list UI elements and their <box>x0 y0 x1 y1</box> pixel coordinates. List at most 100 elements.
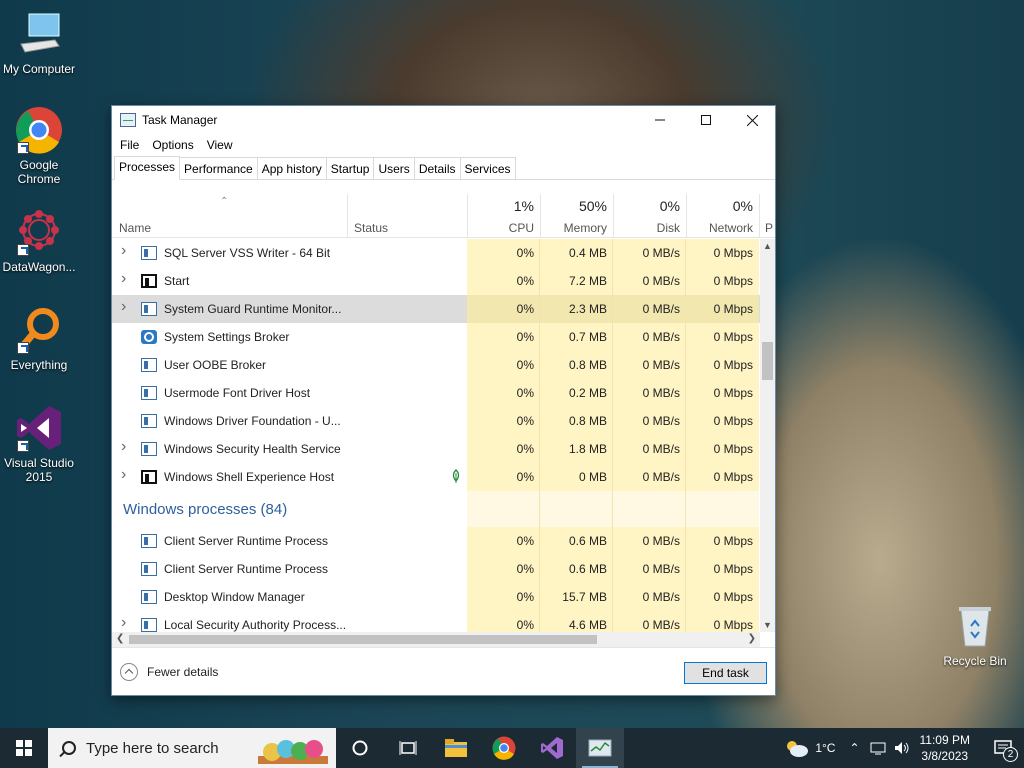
task-view-icon <box>399 741 417 755</box>
taskbar-task-manager[interactable] <box>576 728 624 768</box>
desktop-icon-google-chrome[interactable]: Google Chrome <box>0 106 79 186</box>
network-icon[interactable] <box>870 741 886 755</box>
start-button[interactable] <box>0 728 48 768</box>
scroll-left-icon[interactable]: ❮ <box>116 633 124 644</box>
close-button[interactable] <box>729 106 775 134</box>
vertical-scroll-thumb[interactable] <box>762 342 773 380</box>
scroll-right-icon[interactable]: ❯ <box>748 633 756 644</box>
process-name: User OOBE Broker <box>164 358 267 372</box>
vertical-scrollbar[interactable]: ▲ ▼ <box>760 239 775 632</box>
scroll-down-icon[interactable]: ▼ <box>763 620 772 630</box>
tab-services[interactable]: Services <box>459 157 516 179</box>
desktop-icon-label: Visual Studio 2015 <box>4 456 74 484</box>
cell-network: 0 Mbps <box>713 562 753 576</box>
table-row[interactable]: Client Server Runtime Process 0% 0.6 MB 0 M… <box>112 527 766 555</box>
taskbar-clock[interactable]: 11:09 PM 3/8/2023 <box>920 732 970 764</box>
expand-chevron-icon[interactable]: › <box>121 298 126 316</box>
menu-options[interactable]: Options <box>152 138 193 152</box>
desktop-icon-datawagon[interactable]: DataWagon... <box>0 208 79 274</box>
cell-memory: 0.8 MB <box>568 414 607 428</box>
column-header-disk[interactable]: 0% Disk <box>613 194 686 238</box>
expand-chevron-icon[interactable]: › <box>121 438 126 456</box>
tab-performance[interactable]: Performance <box>179 157 258 179</box>
table-row[interactable]: › Windows Security Health Service 0% 1.8 MB… <box>112 435 766 463</box>
column-header-status[interactable]: Status <box>347 194 467 238</box>
minimize-button[interactable] <box>637 106 683 134</box>
desktop-icon-recycle-bin[interactable]: Recycle Bin <box>935 602 1015 668</box>
cell-network: 0 Mbps <box>713 534 753 548</box>
tab-strip: Processes Performance App history Startu… <box>112 156 775 180</box>
table-row[interactable]: User OOBE Broker 0% 0.8 MB 0 MB/s 0 Mbps <box>112 351 766 379</box>
minimize-icon <box>655 119 665 121</box>
title-bar[interactable]: Task Manager <box>112 106 775 134</box>
tab-details[interactable]: Details <box>413 157 461 179</box>
weather-temperature[interactable]: 1°C <box>815 741 835 755</box>
cell-memory: 0.4 MB <box>568 246 607 260</box>
cortana-button[interactable] <box>336 728 384 768</box>
column-header-power[interactable]: P <box>760 194 775 238</box>
process-icon <box>141 246 157 260</box>
end-task-button[interactable]: End task <box>684 662 767 684</box>
tab-processes[interactable]: Processes <box>114 156 181 180</box>
cell-cpu: 0% <box>516 386 534 400</box>
menu-file[interactable]: File <box>120 138 139 152</box>
datawagon-icon <box>15 208 63 256</box>
taskbar-visual-studio[interactable] <box>528 728 576 768</box>
table-row[interactable]: › System Guard Runtime Monitor... 0% 2.3 MB… <box>112 295 766 323</box>
tab-users[interactable]: Users <box>373 157 415 179</box>
show-hidden-icons-chevron-icon[interactable]: ⌃ <box>849 741 859 755</box>
shortcut-arrow-icon <box>17 244 29 256</box>
table-row[interactable]: Desktop Window Manager 0% 15.7 MB 0 MB/s 0 M… <box>112 583 766 611</box>
process-name: Windows Driver Foundation - U... <box>164 414 341 428</box>
expand-chevron-icon[interactable]: › <box>121 614 126 632</box>
table-row[interactable]: Windows Driver Foundation - U... 0% 0.8 MB… <box>112 407 766 435</box>
table-row[interactable]: › Local Security Authority Process... 0% 4.… <box>112 611 766 632</box>
desktop-icon-everything[interactable]: Everything <box>0 306 79 372</box>
table-row[interactable]: Client Server Runtime Process 0% 0.6 MB 0 M… <box>112 555 766 583</box>
cell-memory: 1.8 MB <box>568 442 607 456</box>
weather-cloud-icon[interactable] <box>783 738 809 758</box>
cell-memory: 0.2 MB <box>568 386 607 400</box>
scroll-up-icon[interactable]: ▲ <box>763 241 772 251</box>
task-view-button[interactable] <box>384 728 432 768</box>
tab-app-history[interactable]: App history <box>256 157 327 179</box>
column-header-memory[interactable]: 50% Memory <box>540 194 613 238</box>
desktop-icon-visual-studio[interactable]: Visual Studio 2015 <box>0 404 79 484</box>
cell-disk: 0 MB/s <box>642 274 680 288</box>
cell-network: 0 Mbps <box>713 274 753 288</box>
table-row[interactable]: Usermode Font Driver Host 0% 0.2 MB 0 MB/s 0… <box>112 379 766 407</box>
column-header-network[interactable]: 0% Network <box>686 194 759 238</box>
clock-date: 3/8/2023 <box>921 749 969 763</box>
maximize-button[interactable] <box>683 106 729 134</box>
cell-cpu: 0% <box>516 330 534 344</box>
cell-cpu: 0% <box>516 414 534 428</box>
expand-chevron-icon[interactable]: › <box>121 242 126 260</box>
cell-disk: 0 MB/s <box>642 590 680 604</box>
group-header-windows-processes[interactable]: Windows processes (84) <box>112 491 766 527</box>
table-row[interactable]: › SQL Server VSS Writer - 64 Bit 0% 0.4 MB 0… <box>112 239 766 267</box>
column-header-cpu[interactable]: 1% CPU <box>467 194 540 238</box>
horizontal-scrollbar[interactable]: ❮ ❯ <box>112 632 760 647</box>
table-row[interactable]: System Settings Broker 0% 0.7 MB 0 MB/s 0 Mb… <box>112 323 766 351</box>
expand-chevron-icon[interactable]: › <box>121 270 126 288</box>
menu-view[interactable]: View <box>207 138 233 152</box>
taskbar-search-box[interactable]: Type here to search <box>48 728 336 768</box>
process-name: System Settings Broker <box>164 330 290 344</box>
column-header-name[interactable]: Name <box>112 194 347 238</box>
table-row[interactable]: › Windows Shell Experience Host 0% 0 MB 0 MB… <box>112 463 766 491</box>
tab-startup[interactable]: Startup <box>325 157 375 179</box>
table-row[interactable]: › Start 0% 7.2 MB 0 MB/s 0 Mbps <box>112 267 766 295</box>
process-icon <box>141 330 157 344</box>
fewer-details-button[interactable]: Fewer details <box>120 663 218 681</box>
expand-chevron-icon[interactable]: › <box>121 466 126 484</box>
horizontal-scroll-thumb[interactable] <box>129 635 597 644</box>
cell-disk: 0 MB/s <box>642 302 680 316</box>
taskbar-chrome[interactable] <box>480 728 528 768</box>
cell-cpu: 0% <box>516 534 534 548</box>
fewer-details-label: Fewer details <box>147 665 219 679</box>
action-center-button[interactable]: 2 <box>982 728 1024 768</box>
volume-icon[interactable] <box>894 741 910 755</box>
taskbar-file-explorer[interactable] <box>432 728 480 768</box>
desktop-icon-my-computer[interactable]: My Computer <box>0 10 79 76</box>
cell-memory: 0.6 MB <box>568 562 607 576</box>
